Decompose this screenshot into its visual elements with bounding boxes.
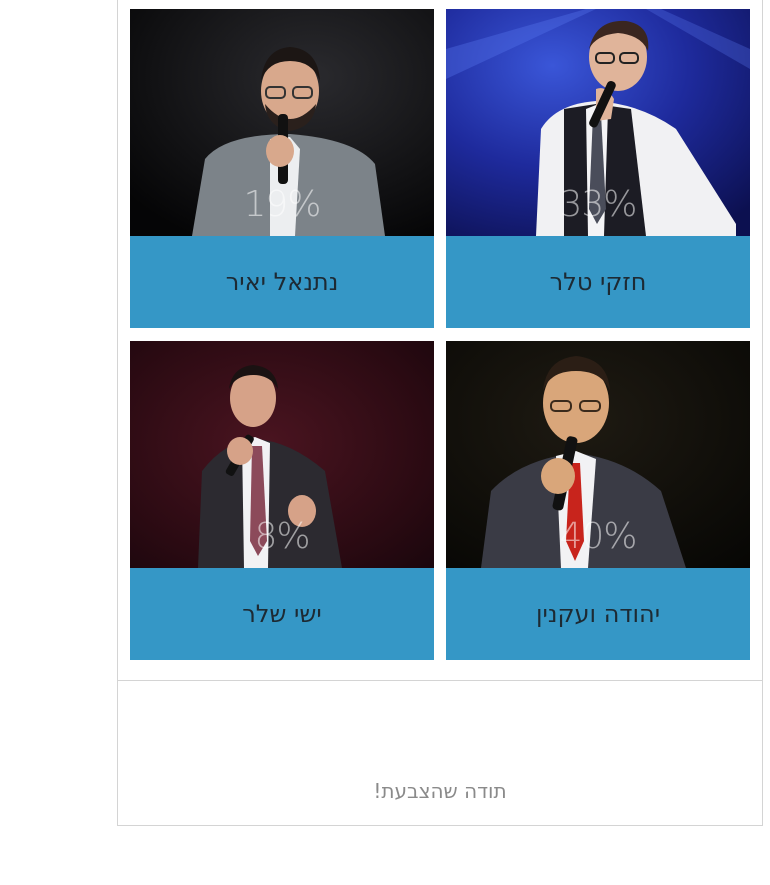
candidate-card-1[interactable]: 33% חזקי טלר (446, 9, 750, 328)
candidate-name-2: נתנאל יאיר (130, 236, 434, 328)
candidate-percent-1: 33% (559, 184, 637, 225)
candidate-percent-2: 19% (243, 184, 321, 225)
poll-widget: 33% חזקי טלר 19% נתנאל יאיר 40% יהודה וע… (117, 0, 763, 826)
candidate-percent-4: 8% (254, 516, 310, 557)
candidate-percent-3: 40% (559, 516, 637, 557)
poll-results-grid: 33% חזקי טלר 19% נתנאל יאיר 40% יהודה וע… (118, 0, 762, 681)
candidate-name-1: חזקי טלר (446, 236, 750, 328)
candidate-card-4[interactable]: 8% ישי שלר (130, 341, 434, 660)
candidate-name-4: ישי שלר (130, 568, 434, 660)
candidate-card-2[interactable]: 19% נתנאל יאיר (130, 9, 434, 328)
candidate-name-3: יהודה ועקנין (446, 568, 750, 660)
thanks-message: תודה שהצבעת! (373, 779, 507, 803)
candidate-card-3[interactable]: 40% יהודה ועקנין (446, 341, 750, 660)
